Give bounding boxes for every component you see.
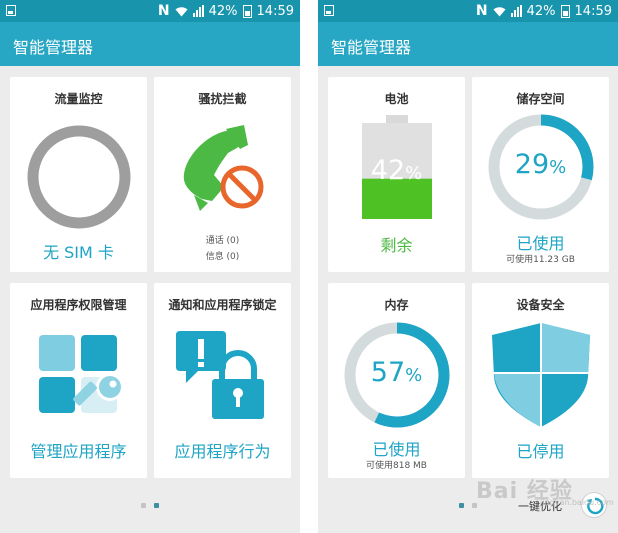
battery-percent: 42% xyxy=(208,3,238,19)
percent-unit: % xyxy=(549,157,567,178)
signal-icon xyxy=(192,5,204,17)
storage-value: 29 xyxy=(514,149,550,180)
battery-percent: 42% xyxy=(526,3,556,19)
app-lock-card[interactable]: 通知和应用程序锁定 应用程序行为 xyxy=(154,283,291,478)
battery-card[interactable]: 电池 42% 剩余 xyxy=(328,77,465,272)
app-title: 智能管理器 xyxy=(13,38,94,57)
battery-percent-value: 42% xyxy=(328,155,465,186)
battery-remaining-label: 剩余 xyxy=(380,236,413,255)
gallery-notification-icon xyxy=(324,5,334,16)
sim-status-label: 无 SIM 卡 xyxy=(43,243,114,262)
battery-icon xyxy=(560,4,570,18)
messages-count: 信息 (0) xyxy=(205,252,240,262)
app-bar: 智能管理器 xyxy=(318,22,618,66)
memory-used-label: 已使用 xyxy=(372,440,421,459)
battery-icon xyxy=(242,4,252,18)
storage-card[interactable]: 储存空间 29% 已使用 可使用11.23 GB xyxy=(472,77,609,272)
storage-used-label: 已使用 xyxy=(516,234,565,253)
device-security-card[interactable]: 设备安全 已停用 xyxy=(472,283,609,478)
app-bar: 智能管理器 xyxy=(0,22,300,66)
security-disabled-label: 已停用 xyxy=(516,442,565,461)
percent-unit: % xyxy=(405,365,423,386)
clock: 14:59 xyxy=(574,3,612,19)
page-dot-1[interactable] xyxy=(141,503,146,508)
storage-available: 可使用11.23 GB xyxy=(506,255,575,265)
battery-value: 42 xyxy=(370,155,406,186)
app-behavior-label: 应用程序行为 xyxy=(174,442,271,461)
manage-apps-label: 管理应用程序 xyxy=(30,442,127,461)
page-indicator xyxy=(141,503,159,508)
calls-count: 通话 (0) xyxy=(205,236,240,246)
status-bar: N 42% 14:59 xyxy=(318,0,618,22)
app-title: 智能管理器 xyxy=(331,38,412,57)
nfc-icon: N xyxy=(475,3,488,19)
memory-percent-value: 57% xyxy=(328,357,465,388)
percent-unit: % xyxy=(405,163,423,184)
screen-left: N 42% 14:59 智能管理器 流量监控 无 SIM 卡 骚扰拦截 通话 (… xyxy=(0,0,300,533)
memory-value: 57 xyxy=(370,357,406,388)
wifi-icon xyxy=(493,6,506,16)
app-permissions-card[interactable]: 应用程序权限管理 管理应用程序 xyxy=(10,283,147,478)
screen-right: N 42% 14:59 智能管理器 电池 42% 剩余 储存空间 29% 已使用… xyxy=(318,0,618,533)
nfc-icon: N xyxy=(157,3,170,19)
signal-icon xyxy=(510,5,522,17)
page-indicator xyxy=(459,503,477,508)
storage-percent-value: 29% xyxy=(472,149,609,180)
memory-card[interactable]: 内存 57% 已使用 可使用818 MB xyxy=(328,283,465,478)
baidu-watermark-url: jingyan.baidu.com xyxy=(540,498,614,507)
page-dot-1[interactable] xyxy=(459,503,464,508)
memory-available: 可使用818 MB xyxy=(366,461,427,471)
page-dot-2[interactable] xyxy=(154,503,159,508)
clock: 14:59 xyxy=(256,3,294,19)
data-monitor-card[interactable]: 流量监控 无 SIM 卡 xyxy=(10,77,147,272)
call-block-card[interactable]: 骚扰拦截 通话 (0) 信息 (0) xyxy=(154,77,291,272)
gallery-notification-icon xyxy=(6,5,16,16)
wifi-icon xyxy=(175,6,188,16)
status-bar: N 42% 14:59 xyxy=(0,0,300,22)
